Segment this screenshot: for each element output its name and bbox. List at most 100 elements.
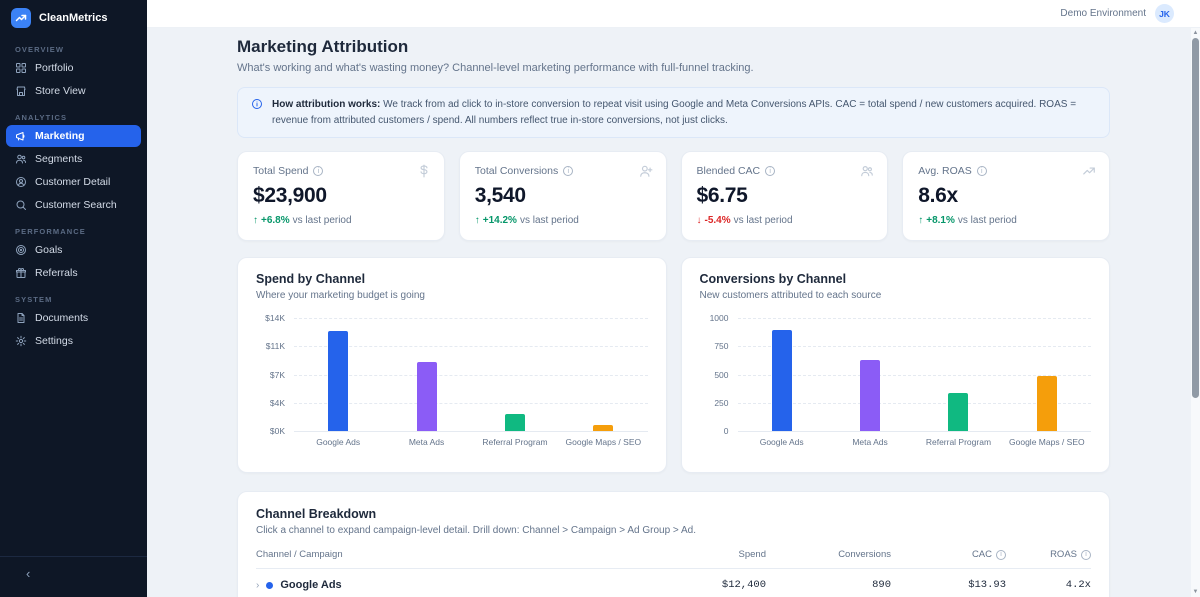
banner-bold: How attribution works: xyxy=(272,99,380,110)
kpi-label: Avg. ROAS xyxy=(918,165,972,177)
kpi-label: Total Conversions xyxy=(475,165,558,177)
bar-slot xyxy=(738,318,826,431)
cell-conversions: 890 xyxy=(766,579,891,591)
sidebar-section-label: OVERVIEW xyxy=(15,45,147,54)
sidebar-item-documents[interactable]: Documents xyxy=(6,307,141,329)
table-body: ›Google Ads$12,400890$13.934.2x xyxy=(256,569,1091,597)
sidebar-item-label: Store View xyxy=(35,85,86,97)
info-icon[interactable]: i xyxy=(313,166,323,176)
y-axis-tick: $4K xyxy=(270,398,285,408)
kpi-delta-suffix: vs last period xyxy=(734,215,793,226)
info-icon[interactable]: i xyxy=(563,166,573,176)
channel-color-dot xyxy=(266,582,273,589)
chart-bar-meta-ads[interactable] xyxy=(417,362,437,431)
bar-slot xyxy=(1003,318,1091,431)
chart-title: Spend by Channel xyxy=(256,272,648,286)
sidebar-item-customer-detail[interactable]: Customer Detail xyxy=(6,171,141,193)
column-header-channel-campaign: Channel / Campaign xyxy=(256,549,651,560)
charts-grid: Spend by Channel Where your marketing bud… xyxy=(237,257,1110,473)
kpi-delta-value: +8.1% xyxy=(926,215,955,226)
sidebar-nav: OVERVIEW Portfolio Store View ANALYTICS Mark… xyxy=(0,45,147,352)
vertical-scrollbar[interactable]: ▲ ▼ xyxy=(1191,28,1200,597)
y-axis-tick: 0 xyxy=(724,426,729,436)
avatar[interactable]: JK xyxy=(1155,4,1174,23)
sidebar-item-segments[interactable]: Segments xyxy=(6,148,141,170)
kpi-value: 8.6x xyxy=(918,184,1094,208)
chart-bar-referral-program[interactable] xyxy=(948,393,968,431)
arrow-up-icon: ↑ xyxy=(253,215,258,226)
sidebar-item-marketing[interactable]: Marketing xyxy=(6,125,141,147)
user-circle-icon xyxy=(15,176,27,188)
chart-card-conversions-by-channel: Conversions by ChannelNew customers attr… xyxy=(681,257,1111,473)
y-axis-tick: 500 xyxy=(714,370,728,380)
chart-bar-google-maps-seo[interactable] xyxy=(1037,376,1057,431)
kpi-delta: ↑+8.1%vs last period xyxy=(918,215,1094,226)
plot-area xyxy=(294,318,648,431)
x-axis-label: Referral Program xyxy=(914,437,1002,447)
sidebar-item-store-view[interactable]: Store View xyxy=(6,80,141,102)
app-window: CleanMetrics OVERVIEW Portfolio Store View… xyxy=(0,0,1200,597)
info-icon[interactable]: i xyxy=(977,166,987,176)
kpi-delta-suffix: vs last period xyxy=(958,215,1017,226)
chart-subtitle: Where your marketing budget is going xyxy=(256,290,648,301)
chevron-right-icon[interactable]: › xyxy=(256,580,259,591)
kpi-label: Blended CAC xyxy=(697,165,761,177)
info-icon[interactable]: i xyxy=(765,166,775,176)
megaphone-icon xyxy=(15,130,27,142)
sidebar-section-label: ANALYTICS xyxy=(15,113,147,122)
info-icon[interactable]: i xyxy=(1081,550,1091,560)
collapse-sidebar-icon[interactable]: ‹ xyxy=(26,566,30,581)
column-label: Spend xyxy=(739,549,766,560)
kpi-delta-suffix: vs last period xyxy=(293,215,352,226)
gridline xyxy=(294,431,648,432)
page-content: Marketing Attribution What's working and… xyxy=(147,28,1200,597)
scroll-down-icon[interactable]: ▼ xyxy=(1191,589,1200,595)
kpi-grid: Total Spendi$23,900↑+6.8%vs last periodT… xyxy=(237,151,1110,241)
table-header-row: Channel / CampaignSpendConversionsCACiRO… xyxy=(256,549,1091,569)
arrow-up-icon: ↑ xyxy=(918,215,923,226)
chart-bar-referral-program[interactable] xyxy=(505,414,525,431)
chart-bar-google-ads[interactable] xyxy=(772,330,792,431)
x-axis-label: Google Ads xyxy=(294,437,382,447)
kpi-value: 3,540 xyxy=(475,184,651,208)
x-axis-label: Meta Ads xyxy=(382,437,470,447)
bar-slot xyxy=(294,318,382,431)
users-icon xyxy=(860,164,874,183)
arrow-down-icon: ↓ xyxy=(697,215,702,226)
info-icon[interactable]: i xyxy=(996,550,1006,560)
attribution-info-banner: How attribution works: We track from ad … xyxy=(237,87,1110,138)
chart-bar-meta-ads[interactable] xyxy=(860,360,880,431)
kpi-delta-suffix: vs last period xyxy=(520,215,579,226)
store-icon xyxy=(15,85,27,97)
sidebar-item-portfolio[interactable]: Portfolio xyxy=(6,57,141,79)
kpi-value: $23,900 xyxy=(253,184,429,208)
sidebar-item-settings[interactable]: Settings xyxy=(6,330,141,352)
cell-cac: $13.93 xyxy=(891,579,1006,591)
kpi-delta-value: +14.2% xyxy=(483,215,517,226)
chart-bar-google-maps-seo[interactable] xyxy=(593,425,613,431)
environment-label: Demo Environment xyxy=(1060,8,1146,19)
channel-name: Google Ads xyxy=(280,579,341,591)
grid-icon xyxy=(15,62,27,74)
x-axis-label: Google Maps / SEO xyxy=(559,437,647,447)
table-row-google-ads[interactable]: ›Google Ads$12,400890$13.934.2x xyxy=(256,569,1091,597)
y-axis-tick: $14K xyxy=(265,313,285,323)
y-axis-tick: 750 xyxy=(714,341,728,351)
dollar-icon xyxy=(417,164,431,183)
scroll-up-icon[interactable]: ▲ xyxy=(1191,30,1200,36)
x-axis: Google AdsMeta AdsReferral ProgramGoogle… xyxy=(294,437,648,447)
topbar: Demo Environment JK xyxy=(147,0,1200,28)
bar-slot xyxy=(914,318,1002,431)
banner-body: We track from ad click to in-store conve… xyxy=(272,99,1076,126)
scrollbar-thumb[interactable] xyxy=(1192,38,1199,398)
chart-card-spend-by-channel: Spend by Channel Where your marketing bud… xyxy=(237,257,667,473)
sidebar-item-customer-search[interactable]: Customer Search xyxy=(6,194,141,216)
brand-logo: CleanMetrics xyxy=(0,0,147,34)
sidebar-item-referrals[interactable]: Referrals xyxy=(6,262,141,284)
chart-bar-google-ads[interactable] xyxy=(328,331,348,431)
y-axis-tick: $0K xyxy=(270,426,285,436)
sidebar-section-label: SYSTEM xyxy=(15,295,147,304)
column-header-conversions: Conversions xyxy=(766,549,891,560)
sidebar-item-goals[interactable]: Goals xyxy=(6,239,141,261)
search-icon xyxy=(15,199,27,211)
